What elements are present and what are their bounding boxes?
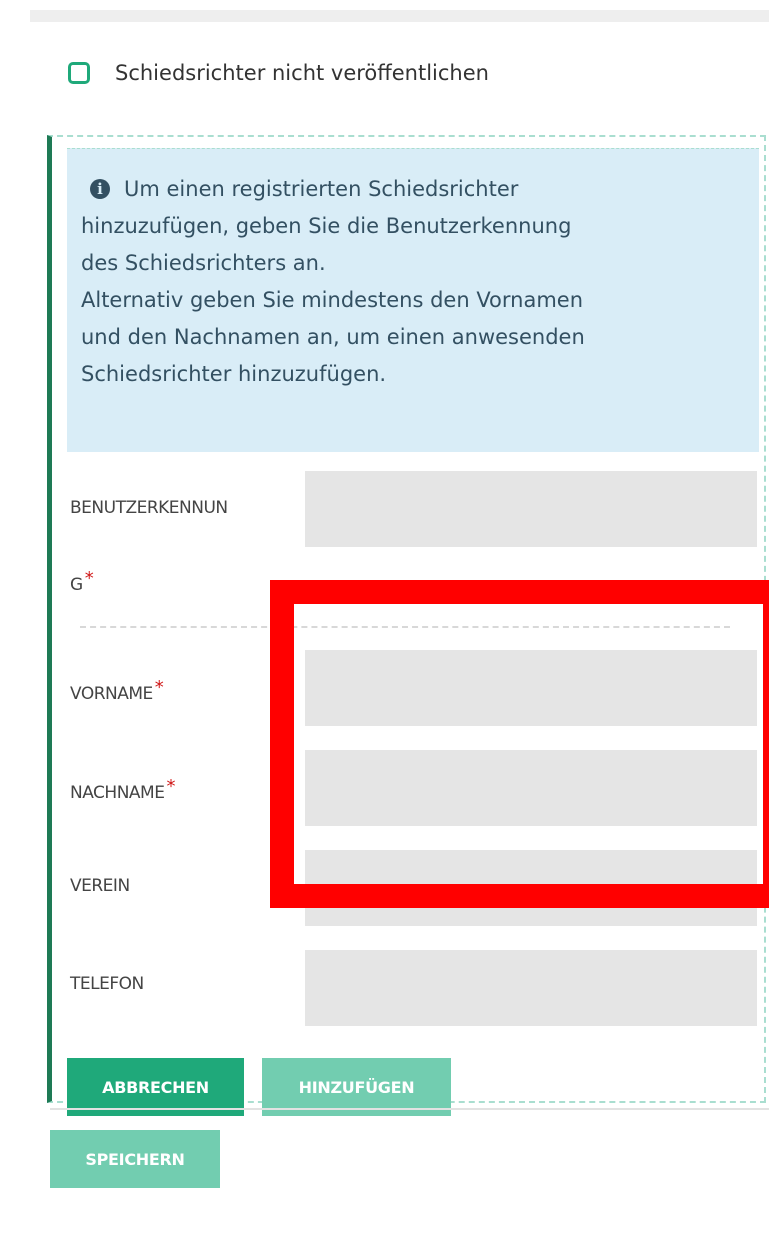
- info-line-4: Alternativ geben Sie mindestens den Vorn…: [81, 288, 584, 312]
- verein-input[interactable]: [305, 850, 757, 926]
- info-line-5: und den Nachnamen an, um einen anwesende…: [81, 325, 585, 349]
- telefon-label: TELEFON: [70, 974, 144, 994]
- required-marker: *: [154, 677, 164, 698]
- info-line-1: i Um einen registrierten Schiedsrichter: [81, 171, 747, 208]
- vorname-input[interactable]: [305, 650, 757, 726]
- info-line-2: hinzuzufügen, geben Sie die Benutzerkenn…: [81, 214, 572, 238]
- info-line-3: des Schiedsrichters an.: [81, 251, 326, 275]
- referee-form-page: Schiedsrichter nicht veröffentlichen i Um…: [0, 0, 769, 1238]
- info-alert: i Um einen registrierten Schiedsrichter h…: [67, 148, 759, 452]
- telefon-input[interactable]: [305, 950, 757, 1026]
- benutzerkennung-input[interactable]: [305, 471, 757, 547]
- save-button[interactable]: SPEICHERN: [50, 1130, 220, 1188]
- unpublish-checkbox[interactable]: [68, 62, 90, 84]
- required-marker: *: [84, 568, 94, 589]
- top-divider: [30, 10, 769, 22]
- field-separator: [80, 626, 730, 628]
- highlight-annotation-right-edge: [763, 580, 769, 908]
- info-icon: i: [90, 179, 110, 199]
- unpublish-checkbox-label[interactable]: Schiedsrichter nicht veröffentlichen: [115, 61, 489, 85]
- unpublish-checkbox-row[interactable]: Schiedsrichter nicht veröffentlichen: [68, 56, 489, 90]
- verein-label: VEREIN: [70, 876, 130, 896]
- info-line-6: Schiedsrichter hinzuzufügen.: [81, 362, 387, 386]
- required-marker: *: [166, 776, 175, 797]
- vorname-label: VORNAME *: [70, 677, 164, 704]
- nachname-input[interactable]: [305, 750, 757, 826]
- bottom-divider: [50, 1108, 769, 1110]
- benutzerkennung-label: BENUTZERKENNUN: [70, 498, 228, 518]
- nachname-label: NACHNAME *: [70, 776, 175, 803]
- benutzerkennung-label-wrap: G *: [70, 568, 94, 595]
